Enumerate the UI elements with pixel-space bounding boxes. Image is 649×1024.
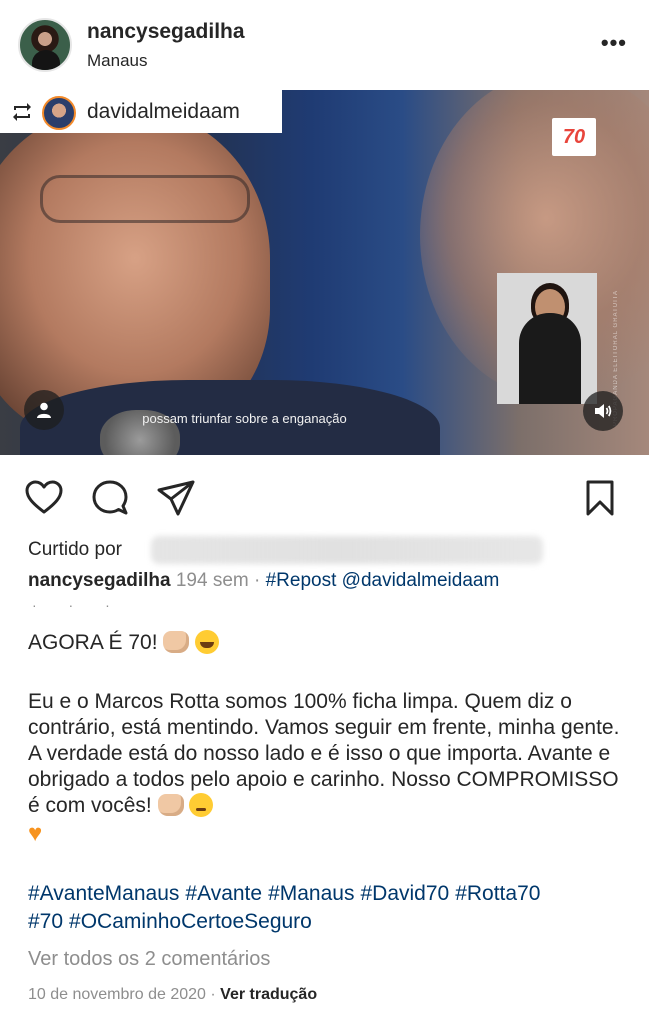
caption-separator: · — [254, 570, 261, 591]
orange-heart-icon: ♥ — [28, 820, 43, 847]
campaign-logo: 70 — [552, 118, 596, 156]
hashtag-link[interactable]: #AvanteManaus — [28, 882, 179, 905]
hashtag-link[interactable]: #OCaminhoCertoeSeguro — [69, 910, 312, 933]
hashtag-link[interactable]: #David70 — [360, 882, 449, 905]
hashtag-link[interactable]: #70 — [28, 910, 63, 933]
caption-line: nancysegadilha 194 sem · #Repost @davida… — [28, 570, 499, 592]
liked-by-users-blurred[interactable] — [151, 536, 543, 564]
caption-headline: AGORA É 70! — [28, 631, 158, 654]
sign-language-interpreter — [497, 273, 597, 404]
repost-tag[interactable]: davidalmeidaam — [0, 90, 282, 133]
caption-username[interactable]: nancysegadilha — [28, 570, 171, 591]
wink-emoji-icon — [189, 793, 214, 817]
user-icon — [37, 402, 51, 418]
post-header: nancysegadilha Manaus ••• — [0, 0, 649, 90]
repost-icon — [13, 103, 31, 121]
post-username[interactable]: nancysegadilha — [87, 20, 245, 44]
smile-emoji-icon — [195, 630, 220, 654]
caption-paragraph-row: Eu e o Marcos Rotta somos 100% ficha lim… — [28, 689, 628, 847]
post-date-row: 10 de novembro de 2020 · Ver tradução — [28, 986, 317, 1004]
liked-by-label: Curtido por — [28, 539, 122, 560]
post-date: 10 de novembro de 2020 — [28, 986, 206, 1003]
repost-avatar[interactable] — [42, 96, 76, 130]
tagged-users-button[interactable] — [24, 390, 64, 430]
user-avatar[interactable] — [18, 18, 72, 72]
caption-repost-link[interactable]: #Repost @davidalmeidaam — [266, 570, 500, 591]
fist-bump-emoji-icon — [163, 631, 190, 653]
fist-bump-emoji-icon-2 — [157, 794, 184, 816]
view-all-comments-link[interactable]: Ver todos os 2 comentários — [28, 948, 270, 971]
date-separator: · — [210, 986, 216, 1003]
see-translation-link[interactable]: Ver tradução — [220, 986, 317, 1003]
hashtag-link[interactable]: #Manaus — [268, 882, 354, 905]
interpreter-body — [519, 313, 581, 404]
share-icon[interactable] — [156, 478, 196, 518]
sound-icon — [595, 404, 612, 418]
video-subtitle-wrap: possam triunfar sobre a enganação — [0, 411, 649, 426]
comment-icon[interactable] — [90, 478, 130, 518]
speaker-glasses — [40, 175, 250, 223]
bookmark-icon[interactable] — [580, 478, 620, 518]
video-subtitle: possam triunfar sobre a enganação — [142, 411, 347, 426]
action-bar — [0, 470, 649, 520]
heart-icon[interactable] — [24, 478, 64, 518]
caption-headline-row: AGORA É 70! — [28, 630, 628, 656]
repost-username[interactable]: davidalmeidaam — [87, 100, 240, 124]
more-options-icon[interactable]: ••• — [601, 30, 627, 56]
caption-time: 194 sem — [175, 570, 249, 591]
hashtag-list: #AvanteManaus #Avante #Manaus #David70 #Rott… — [28, 880, 628, 936]
caption-dots: · · · — [32, 597, 124, 613]
hashtag-link[interactable]: #Avante — [185, 882, 262, 905]
post-location[interactable]: Manaus — [87, 51, 147, 71]
hashtag-link[interactable]: #Rotta70 — [455, 882, 540, 905]
sound-button[interactable] — [583, 391, 623, 431]
caption-paragraph: Eu e o Marcos Rotta somos 100% ficha lim… — [28, 690, 620, 817]
